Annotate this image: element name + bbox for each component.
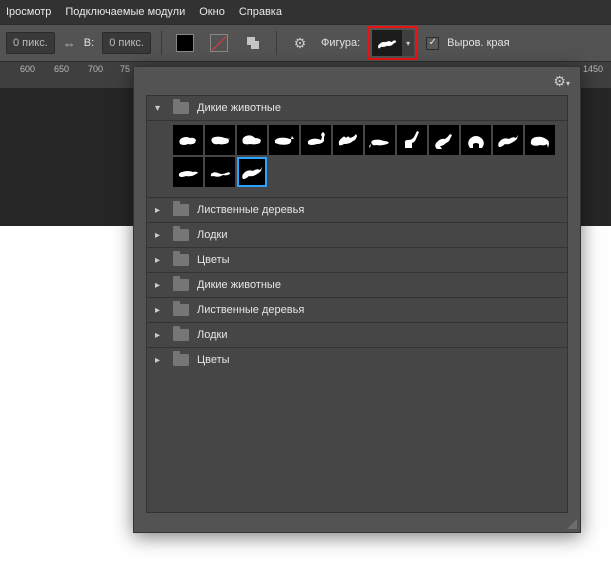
resize-grip-icon[interactable]: [567, 519, 577, 529]
folder-boats-2[interactable]: ▸ Лодки: [147, 323, 567, 348]
folder-label: Лодки: [197, 229, 227, 241]
shape-tree[interactable]: ▾ Дикие животные ▸ Лиственные деревья: [146, 95, 568, 513]
menu-item-view[interactable]: Iросмотр: [6, 6, 51, 18]
shape-pig[interactable]: [205, 125, 235, 155]
shape-bison[interactable]: [237, 125, 267, 155]
shape-rat[interactable]: [365, 125, 395, 155]
shape-label: Фигура:: [321, 37, 360, 49]
folder-label: Лиственные деревья: [197, 304, 304, 316]
divider: [161, 31, 162, 55]
chevron-right-icon: ▸: [155, 305, 165, 316]
chevron-down-icon[interactable]: ▾: [402, 30, 414, 56]
ruler-tick: 650: [54, 64, 69, 74]
folder-leafy-trees[interactable]: ▸ Лиственные деревья: [147, 198, 567, 223]
folder-icon: [173, 329, 189, 341]
chevron-right-icon: ▸: [155, 355, 165, 366]
folder-flowers[interactable]: ▸ Цветы: [147, 248, 567, 273]
folder-icon: [173, 304, 189, 316]
shape-camel[interactable]: [333, 125, 363, 155]
folder-wild-animals[interactable]: ▾ Дикие животные: [147, 96, 567, 121]
shape-elephant[interactable]: [525, 125, 555, 155]
fill-swatch-icon: [176, 34, 194, 52]
shape-lizard[interactable]: [205, 157, 235, 187]
shape-deer-selected[interactable]: [237, 157, 267, 187]
shape-picker-highlight: ▾: [368, 26, 418, 60]
shape-cheetah[interactable]: [173, 157, 203, 187]
shape-thumb-grid: [147, 121, 567, 198]
folder-icon: [173, 229, 189, 241]
shape-gorilla[interactable]: [461, 125, 491, 155]
ruler-tick: 600: [20, 64, 35, 74]
folder-icon: [173, 204, 189, 216]
divider: [276, 31, 277, 55]
shape-rhino[interactable]: [269, 125, 299, 155]
shape-leaping-deer[interactable]: [493, 125, 523, 155]
align-edges-label: Выров. края: [447, 37, 509, 49]
shape-kangaroo[interactable]: [429, 125, 459, 155]
folder-label: Лодки: [197, 329, 227, 341]
chevron-down-icon: ▾: [155, 103, 165, 114]
path-ops-button[interactable]: [240, 30, 266, 56]
chevron-right-icon: ▸: [155, 280, 165, 291]
folder-wild-animals-2[interactable]: ▸ Дикие животные: [147, 273, 567, 298]
shape-moose[interactable]: [301, 125, 331, 155]
shape-picker-thumb[interactable]: [372, 30, 402, 56]
align-edges-checkbox[interactable]: ✓: [426, 37, 439, 50]
folder-label: Цветы: [197, 354, 230, 366]
menu-item-help[interactable]: Справка: [239, 6, 282, 18]
folder-leafy-trees-2[interactable]: ▸ Лиственные деревья: [147, 298, 567, 323]
leaping-deer-icon: [376, 32, 398, 54]
folder-boats[interactable]: ▸ Лодки: [147, 223, 567, 248]
shape-bear[interactable]: [173, 125, 203, 155]
panel-header: ⚙▾: [134, 67, 580, 95]
fill-button[interactable]: [172, 30, 198, 56]
w-input[interactable]: 0 пикс.: [102, 32, 151, 54]
folder-icon: [173, 102, 189, 114]
folder-icon: [173, 254, 189, 266]
folder-flowers-2[interactable]: ▸ Цветы: [147, 348, 567, 372]
gear-button[interactable]: ⚙: [287, 30, 313, 56]
chevron-right-icon: ▸: [155, 330, 165, 341]
folder-label: Дикие животные: [197, 279, 281, 291]
menu-item-window[interactable]: Окно: [199, 6, 225, 18]
folder-icon: [173, 279, 189, 291]
stack-icon: [245, 35, 261, 51]
ruler-tick: 700: [88, 64, 103, 74]
options-toolbar: 0 пикс. ⇔ В: 0 пикс. ⚙ Фигура: ▾ ✓ Выров…: [0, 24, 611, 62]
panel-gear-icon[interactable]: ⚙▾: [553, 73, 570, 90]
folder-label: Дикие животные: [197, 102, 281, 114]
shape-picker-panel: ⚙▾ ▾ Дикие животные ▸: [133, 66, 581, 533]
x-input[interactable]: 0 пикс.: [6, 32, 55, 54]
menubar: Iросмотр Подключаемые модули Окно Справк…: [0, 0, 611, 24]
chevron-right-icon: ▸: [155, 205, 165, 216]
width-label: В:: [84, 37, 94, 49]
folder-label: Лиственные деревья: [197, 204, 304, 216]
gear-icon: ⚙: [294, 35, 307, 52]
shape-giraffe[interactable]: [397, 125, 427, 155]
menu-item-plugins[interactable]: Подключаемые модули: [65, 6, 185, 18]
folder-label: Цветы: [197, 254, 230, 266]
link-icon[interactable]: ⇔: [63, 36, 76, 51]
ruler-tick: 1450: [583, 64, 603, 74]
stroke-swatch-icon: [210, 34, 228, 52]
folder-icon: [173, 354, 189, 366]
stroke-button[interactable]: [206, 30, 232, 56]
chevron-right-icon: ▸: [155, 230, 165, 241]
ruler-tick: 75: [120, 64, 130, 74]
chevron-right-icon: ▸: [155, 255, 165, 266]
